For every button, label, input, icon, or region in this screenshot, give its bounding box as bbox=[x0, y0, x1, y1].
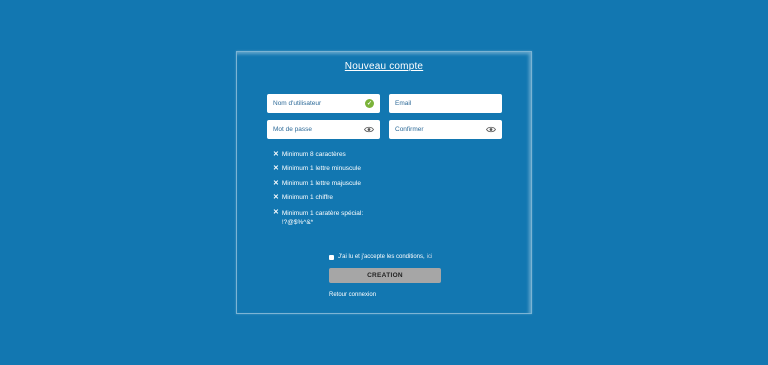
signup-card: Nouveau compte ✓ ✕ Minimum 8 caractères … bbox=[236, 51, 532, 314]
password-rules: ✕ Minimum 8 caractères ✕ Minimum 1 lettr… bbox=[273, 151, 363, 227]
username-input[interactable] bbox=[273, 100, 365, 107]
password-input[interactable] bbox=[273, 126, 364, 133]
confirm-password-input[interactable] bbox=[395, 126, 486, 133]
rule-special-chars: !?@$%^&* bbox=[281, 218, 314, 226]
rule-item: ✕ Minimum 1 chiffre bbox=[273, 194, 363, 208]
cross-icon: ✕ bbox=[273, 165, 279, 173]
terms-row: J'ai lu et j'accepte les conditions, ici bbox=[329, 254, 432, 260]
user-check-icon: ✓ bbox=[365, 99, 374, 108]
create-account-button[interactable]: CREATION bbox=[329, 268, 441, 283]
rule-text: Minimum 1 caratère spécial: bbox=[281, 209, 364, 217]
cross-icon: ✕ bbox=[273, 151, 279, 158]
confirm-password-field[interactable] bbox=[389, 120, 502, 139]
eye-icon[interactable] bbox=[364, 126, 374, 133]
rule-item: ✕ Minimum 8 caractères bbox=[273, 151, 363, 165]
back-to-login-link[interactable]: Retour connexion bbox=[329, 292, 376, 298]
password-field[interactable] bbox=[267, 120, 380, 139]
rule-item: ✕ Minimum 1 caratère spécial: !?@$%^&* bbox=[273, 209, 363, 227]
email-field[interactable] bbox=[389, 94, 502, 113]
eye-icon[interactable] bbox=[486, 126, 496, 133]
page-title: Nouveau compte bbox=[344, 61, 424, 72]
cross-icon: ✕ bbox=[273, 208, 279, 216]
rule-text: Minimum 1 chiffre bbox=[281, 194, 334, 202]
terms-label: J'ai lu et j'accepte les conditions, bbox=[338, 254, 425, 260]
cross-icon: ✕ bbox=[273, 194, 279, 202]
rule-text: Minimum 8 caractères bbox=[281, 151, 346, 158]
rule-item: ✕ Minimum 1 lettre majuscule bbox=[273, 180, 363, 194]
email-input[interactable] bbox=[395, 100, 496, 107]
rule-item: ✕ Minimum 1 lettre minuscule bbox=[273, 165, 363, 179]
terms-checkbox[interactable] bbox=[329, 254, 334, 260]
terms-link[interactable]: ici bbox=[427, 254, 433, 260]
rule-text: Minimum 1 lettre minuscule bbox=[281, 165, 361, 173]
username-field[interactable]: ✓ bbox=[267, 94, 380, 113]
rule-text: Minimum 1 lettre majuscule bbox=[281, 179, 361, 187]
cross-icon: ✕ bbox=[273, 179, 279, 187]
